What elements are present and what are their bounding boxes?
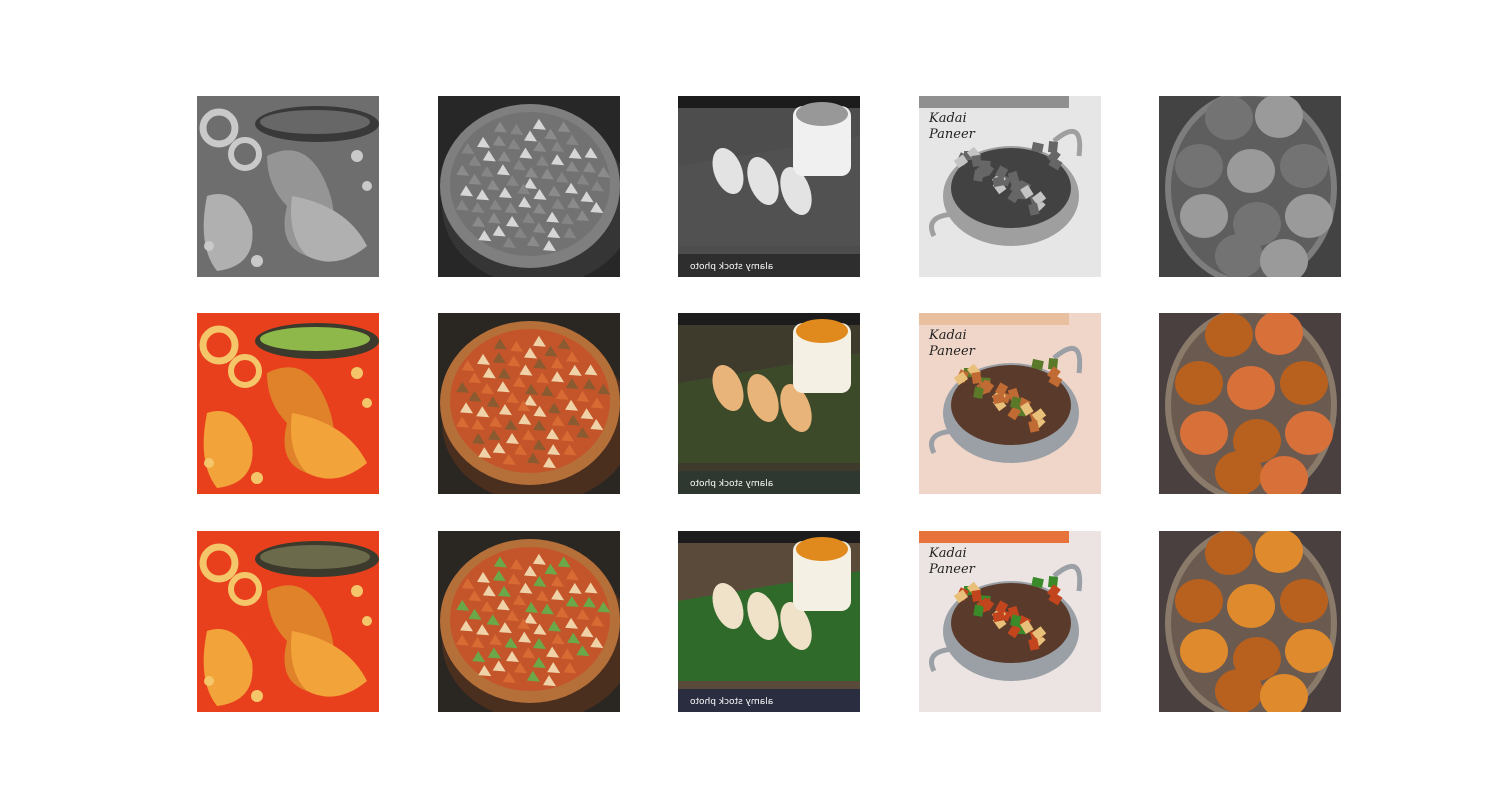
food-image-colorized-3: alamy stock photo (678, 313, 860, 494)
food-image-original-5 (1159, 531, 1341, 712)
food-image-grayscale-2 (438, 96, 620, 277)
food-image-grayscale-1 (197, 96, 379, 277)
food-image-grayscale-5 (1159, 96, 1341, 277)
svg-text:Kadai: Kadai (928, 546, 967, 561)
svg-text:Kadai: Kadai (928, 328, 967, 343)
food-image-original-1 (197, 531, 379, 712)
food-image-grayscale-3: alamy stock photo (678, 96, 860, 277)
food-image-grayscale-4: Kadai Paneer (919, 96, 1101, 277)
svg-text:alamy stock photo: alamy stock photo (690, 479, 774, 489)
svg-text:alamy stock photo: alamy stock photo (690, 262, 774, 272)
svg-text:Paneer: Paneer (928, 127, 976, 142)
food-image-original-4: Kadai Paneer (919, 531, 1101, 712)
svg-text:Paneer: Paneer (928, 562, 976, 577)
image-grid: alamy stock photo Kadai Paneer alamy sto… (0, 0, 1500, 800)
food-image-colorized-4: Kadai Paneer (919, 313, 1101, 494)
svg-text:Paneer: Paneer (928, 344, 976, 359)
food-image-colorized-5 (1159, 313, 1341, 494)
svg-text:Kadai: Kadai (928, 111, 967, 126)
food-image-colorized-1 (197, 313, 379, 494)
food-image-original-2 (438, 531, 620, 712)
svg-text:alamy stock photo: alamy stock photo (690, 697, 774, 707)
food-image-colorized-2 (438, 313, 620, 494)
food-image-original-3: alamy stock photo (678, 531, 860, 712)
